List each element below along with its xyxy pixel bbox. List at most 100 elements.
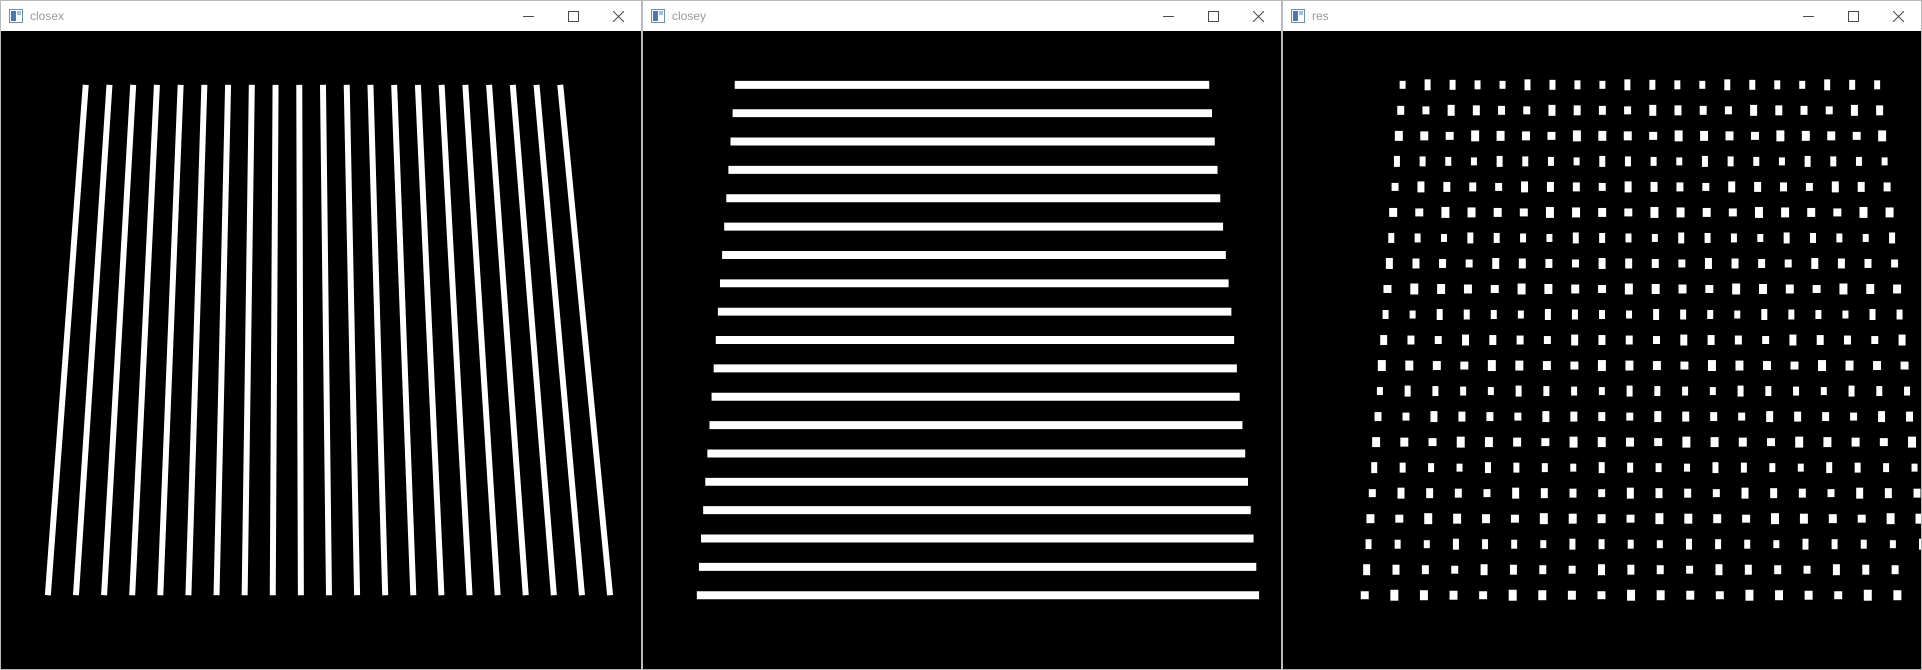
- grid-point: [1869, 309, 1876, 320]
- grid-point: [1493, 232, 1500, 243]
- grid-point: [1750, 104, 1758, 116]
- grid-point: [1674, 80, 1681, 90]
- titlebar[interactable]: closey: [643, 1, 1281, 31]
- grid-point: [1430, 411, 1438, 423]
- grid-point: [1849, 79, 1856, 90]
- grid-point: [1388, 232, 1395, 243]
- grid-point: [1483, 489, 1491, 498]
- grid-point: [1399, 462, 1406, 473]
- app-icon: [1291, 9, 1305, 23]
- grid-point: [1883, 463, 1890, 473]
- grid-point: [1395, 514, 1404, 523]
- grid-point: [1750, 131, 1759, 140]
- grid-point: [1573, 105, 1581, 116]
- close-button[interactable]: [1876, 1, 1921, 31]
- vertical-line: [557, 84, 614, 596]
- grid-point: [1919, 538, 1921, 550]
- grid-point: [1377, 360, 1386, 372]
- window-res: res: [1282, 0, 1922, 670]
- grid-point: [1678, 284, 1687, 294]
- grid-point: [1523, 106, 1531, 115]
- maximize-button[interactable]: [1831, 1, 1876, 31]
- grid-point: [1544, 284, 1553, 294]
- close-button[interactable]: [1236, 1, 1281, 31]
- grid-point: [1573, 157, 1580, 166]
- grid-point: [1678, 259, 1686, 268]
- titlebar[interactable]: closex: [1, 1, 641, 31]
- grid-point: [1684, 513, 1693, 524]
- grid-point: [1735, 360, 1744, 371]
- grid-point: [1795, 436, 1804, 448]
- grid-point: [1598, 285, 1607, 293]
- grid-point: [1365, 539, 1372, 550]
- maximize-button[interactable]: [1191, 1, 1236, 31]
- grid-point: [1699, 80, 1706, 89]
- grid-point: [1374, 412, 1382, 422]
- grid-point: [1710, 412, 1718, 422]
- grid-point: [1822, 412, 1830, 422]
- grid-point: [1445, 131, 1454, 140]
- grid-point: [1474, 80, 1481, 90]
- grid-point: [1891, 259, 1899, 268]
- titlebar[interactable]: res: [1283, 1, 1921, 31]
- grid-point: [1749, 79, 1756, 90]
- grid-point: [1678, 232, 1685, 244]
- close-icon: [613, 10, 624, 22]
- grid-point: [1770, 488, 1778, 499]
- grid-point: [1862, 564, 1870, 575]
- grid-point: [1489, 335, 1497, 346]
- grid-point: [1467, 207, 1476, 218]
- minimize-button[interactable]: [1146, 1, 1191, 31]
- grid-point: [1873, 361, 1882, 371]
- grid-point: [1426, 488, 1434, 499]
- grid-point: [1785, 284, 1794, 294]
- grid-point: [1432, 361, 1441, 371]
- grid-point: [1823, 437, 1832, 448]
- grid-point: [1472, 105, 1480, 116]
- grid-point: [1428, 463, 1435, 473]
- grid-point: [1712, 462, 1719, 474]
- grid-point: [1397, 487, 1405, 499]
- grid-point: [1845, 360, 1854, 371]
- grid-point: [1519, 208, 1528, 217]
- grid-point: [1915, 513, 1921, 524]
- grid-point: [1769, 463, 1776, 473]
- grid-point: [1734, 335, 1742, 345]
- grid-point: [1598, 335, 1606, 346]
- grid-point: [1419, 590, 1428, 601]
- grid-point: [1704, 257, 1712, 269]
- grid-point: [1624, 156, 1631, 167]
- grid-point: [1598, 387, 1605, 396]
- grid-point: [1652, 361, 1661, 371]
- grid-point: [1780, 182, 1788, 192]
- minimize-button[interactable]: [1786, 1, 1831, 31]
- grid-point: [1597, 514, 1606, 524]
- grid-point: [1656, 590, 1665, 601]
- close-button[interactable]: [596, 1, 641, 31]
- grid-point: [1366, 514, 1375, 524]
- grid-point: [1513, 437, 1522, 447]
- grid-point: [1765, 386, 1772, 397]
- grid-point: [1626, 514, 1635, 523]
- grid-point: [1469, 182, 1477, 192]
- minimize-button[interactable]: [506, 1, 551, 31]
- grid-point: [1656, 565, 1664, 575]
- grid-point: [1447, 104, 1455, 116]
- grid-point: [1598, 105, 1606, 115]
- grid-point: [1715, 539, 1722, 550]
- grid-point: [1453, 513, 1462, 524]
- grid-point: [1539, 513, 1548, 525]
- grid-point: [1486, 412, 1494, 422]
- grid-point: [1490, 310, 1497, 319]
- grid-point: [1826, 462, 1833, 474]
- grid-point: [1654, 438, 1663, 447]
- grid-point: [1864, 258, 1872, 268]
- grid-point: [1400, 437, 1409, 447]
- grid-point: [1371, 462, 1378, 474]
- grid-point: [1904, 386, 1911, 396]
- grid-point: [1572, 232, 1579, 244]
- grid-point: [1624, 181, 1632, 193]
- grid-point: [1878, 411, 1886, 423]
- app-icon: [651, 9, 665, 23]
- maximize-button[interactable]: [551, 1, 596, 31]
